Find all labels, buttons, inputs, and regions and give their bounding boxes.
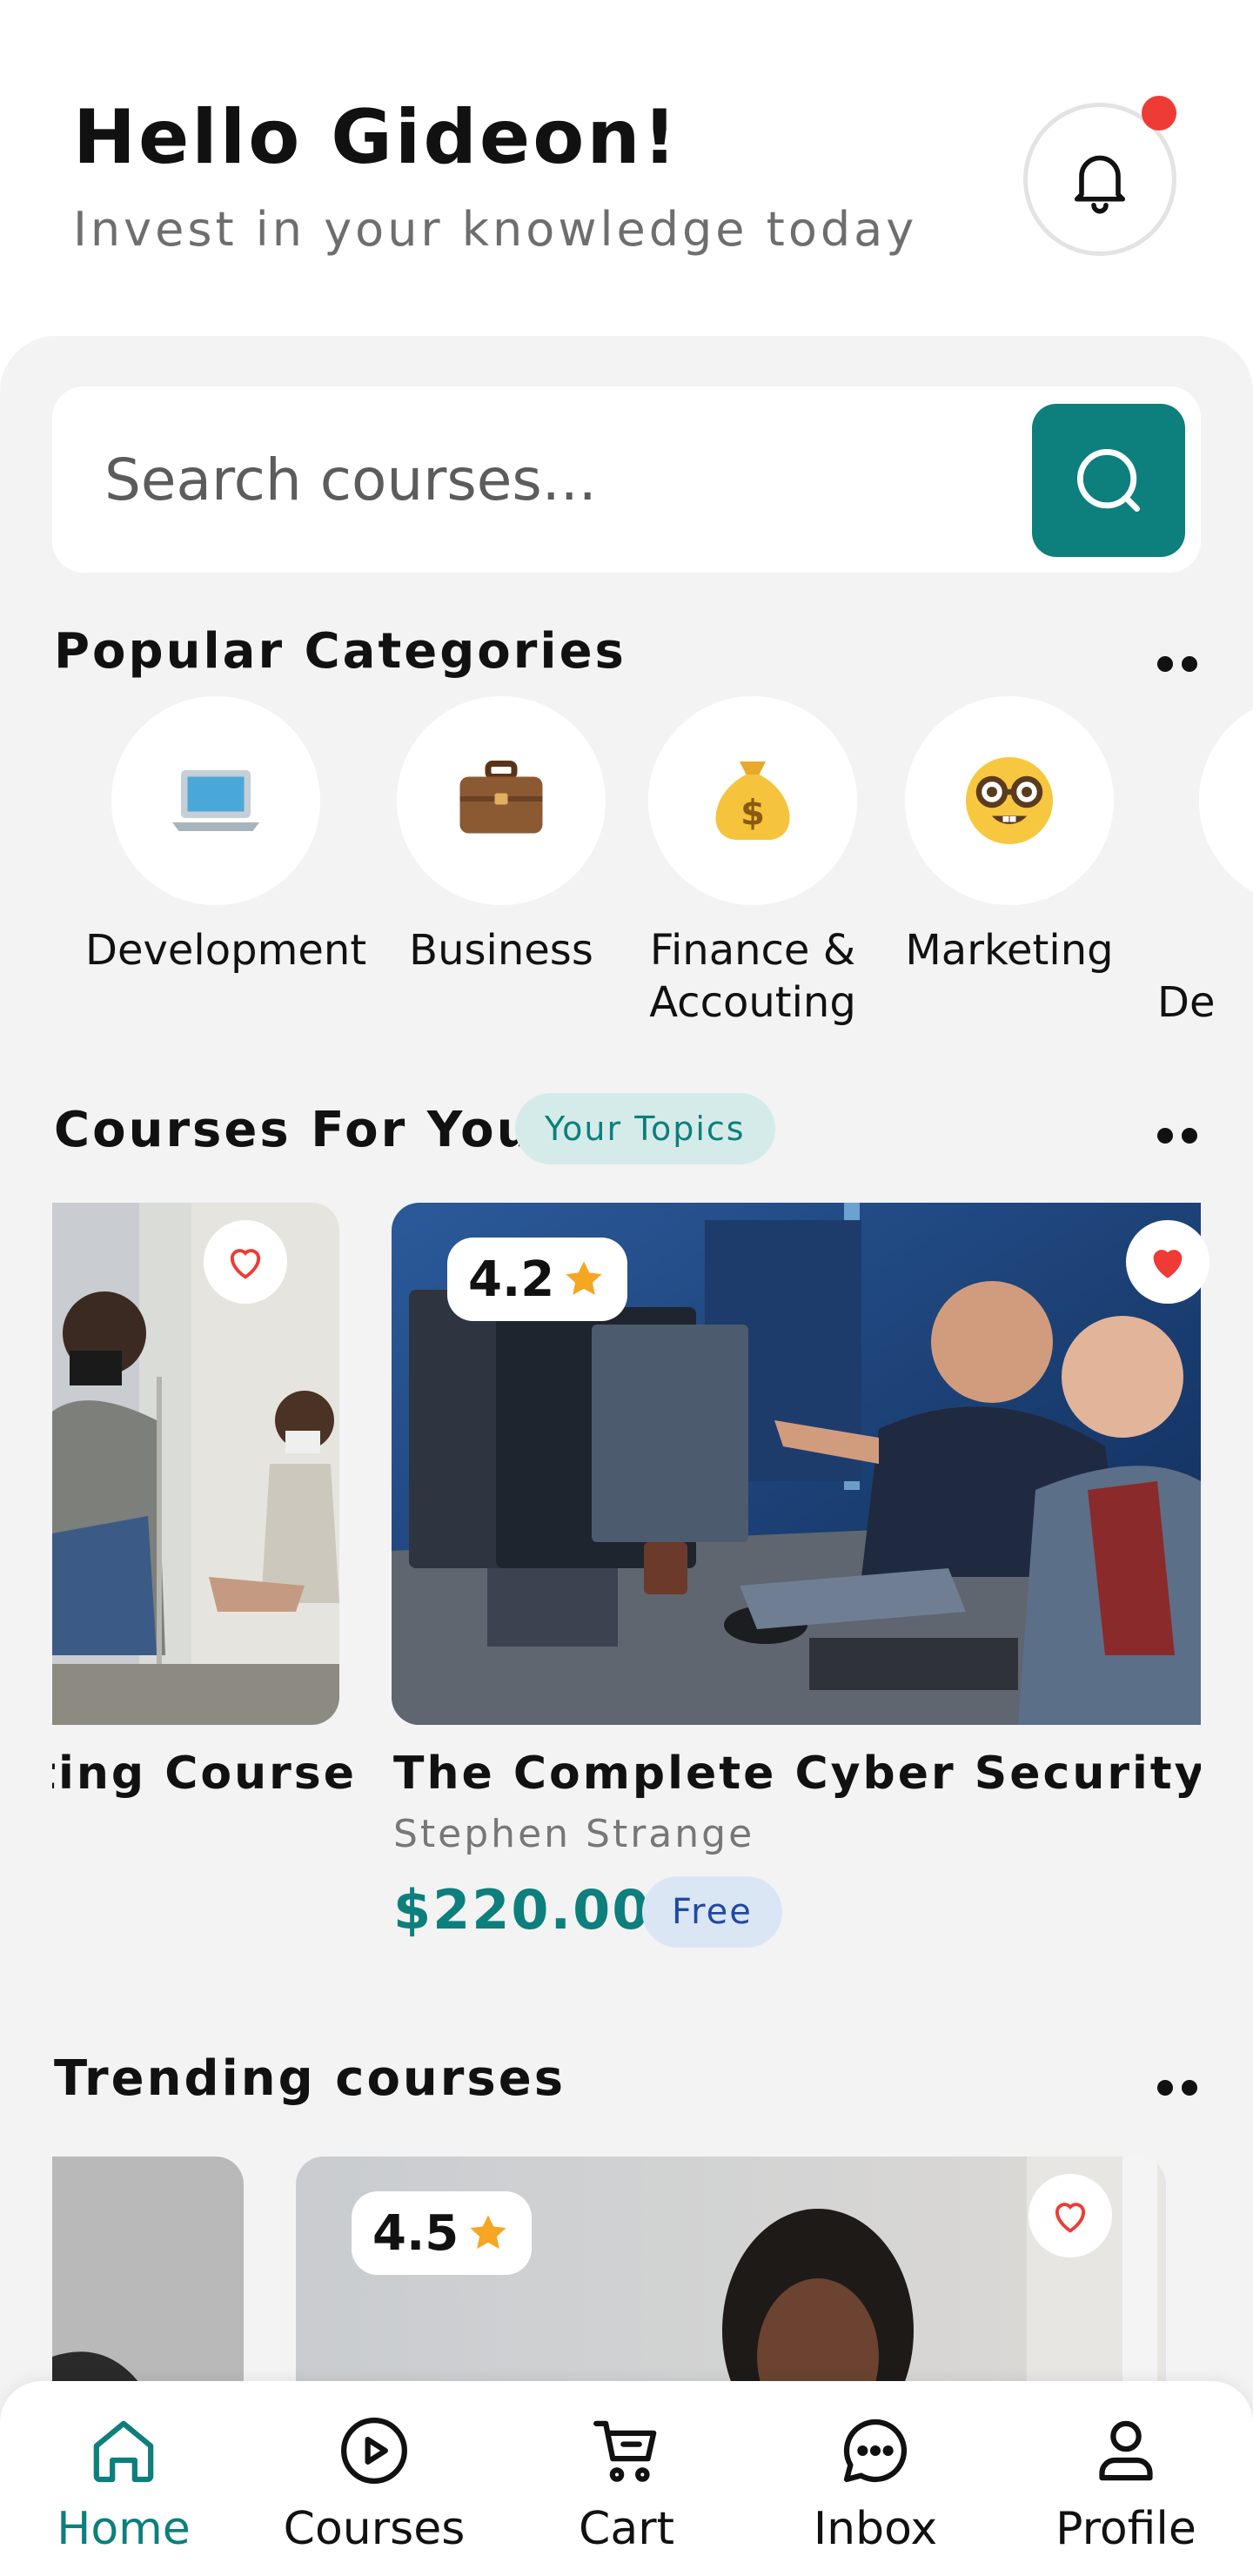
- cart-icon: [593, 2420, 657, 2482]
- search-bar: [52, 386, 1201, 573]
- rating-badge: 4.5: [352, 2191, 533, 2275]
- nav-label: Courses: [283, 2503, 466, 2555]
- main-panel: Popular Categories Development Business: [0, 336, 1253, 2576]
- category-business[interactable]: Business: [371, 696, 632, 976]
- nav-label: Cart: [579, 2503, 674, 2555]
- category-label-line2: Accouting: [649, 978, 856, 1027]
- course-title: nting Course: [52, 1748, 357, 1800]
- nav-profile[interactable]: Profile: [1030, 2407, 1222, 2555]
- trending-title: Trending courses: [54, 2050, 566, 2107]
- nav-courses[interactable]: Courses: [278, 2407, 470, 2555]
- nav-label: Home: [57, 2503, 191, 2555]
- rating-badge: 4.2: [447, 1238, 628, 1321]
- search-button[interactable]: [1032, 404, 1185, 557]
- categories-title: Popular Categories: [54, 623, 626, 680]
- category-finance[interactable]: $ Finance & Accouting: [622, 696, 883, 1029]
- favorite-button[interactable]: [1029, 2174, 1112, 2257]
- category-label: Marketing: [905, 926, 1114, 975]
- trending-more-button[interactable]: [1157, 2075, 1209, 2101]
- heart-outline-icon: [230, 1249, 261, 1279]
- user-icon: [1099, 2420, 1153, 2481]
- laptop-icon: [111, 696, 320, 905]
- courses-for-you-title: Courses For You: [54, 1102, 534, 1158]
- header: Hello Gideon! Invest in your knowledge t…: [0, 0, 1253, 339]
- free-badge: Free: [642, 1876, 782, 1948]
- nav-label: Profile: [1055, 2503, 1196, 2555]
- notification-dot: [1142, 96, 1176, 131]
- greeting-subtitle: Invest in your knowledge today: [73, 202, 918, 257]
- money-bag-icon: $: [648, 696, 857, 905]
- nav-home[interactable]: Home: [28, 2407, 219, 2555]
- search-input[interactable]: [104, 430, 1027, 529]
- briefcase-icon: [397, 696, 606, 905]
- course-card-image[interactable]: [52, 1203, 339, 1725]
- chat-icon: [843, 2418, 908, 2483]
- category-label: Development: [85, 926, 367, 975]
- category-label: De: [1157, 978, 1216, 1027]
- favorite-button[interactable]: [204, 1220, 287, 1304]
- nav-cart[interactable]: Cart: [531, 2407, 722, 2555]
- heart-filled-icon: [1153, 1250, 1183, 1278]
- play-circle-icon: [341, 2418, 407, 2484]
- nerd-face-icon: [905, 696, 1114, 905]
- course-title[interactable]: The Complete Cyber Security Cou: [393, 1748, 1201, 1800]
- svg-text:$: $: [740, 794, 765, 834]
- category-label: Finance &: [649, 926, 856, 975]
- rating-value: 4.5: [372, 2204, 459, 2262]
- category-marketing[interactable]: Marketing: [879, 696, 1140, 976]
- bell-icon: [1074, 155, 1126, 214]
- your-topics-chip[interactable]: Your Topics: [515, 1093, 775, 1164]
- heart-outline-icon: [1055, 2203, 1086, 2233]
- favorite-button[interactable]: [1126, 1220, 1209, 1304]
- greeting-title: Hello Gideon!: [73, 94, 680, 181]
- home-icon: [93, 2420, 154, 2483]
- search-icon: [1076, 448, 1141, 513]
- rating-value: 4.2: [468, 1251, 555, 1308]
- courses-more-button[interactable]: [1157, 1123, 1209, 1149]
- categories-more-button[interactable]: [1157, 651, 1209, 677]
- nav-inbox[interactable]: Inbox: [780, 2407, 971, 2555]
- category-development[interactable]: Development: [85, 696, 367, 976]
- bottom-navigation: Home Courses Cart Inbox Profile: [0, 2381, 1253, 2576]
- star-icon: [566, 1261, 602, 1295]
- category-circle: [1199, 696, 1253, 905]
- category-label: Business: [409, 926, 593, 975]
- category-partial[interactable]: De: [1157, 696, 1253, 1029]
- nav-label: Inbox: [813, 2503, 938, 2555]
- trending-card-image[interactable]: [52, 2157, 244, 2418]
- star-icon: [470, 2215, 506, 2249]
- course-price: $220.00: [393, 1878, 652, 1942]
- course-author: Stephen Strange: [393, 1812, 755, 1856]
